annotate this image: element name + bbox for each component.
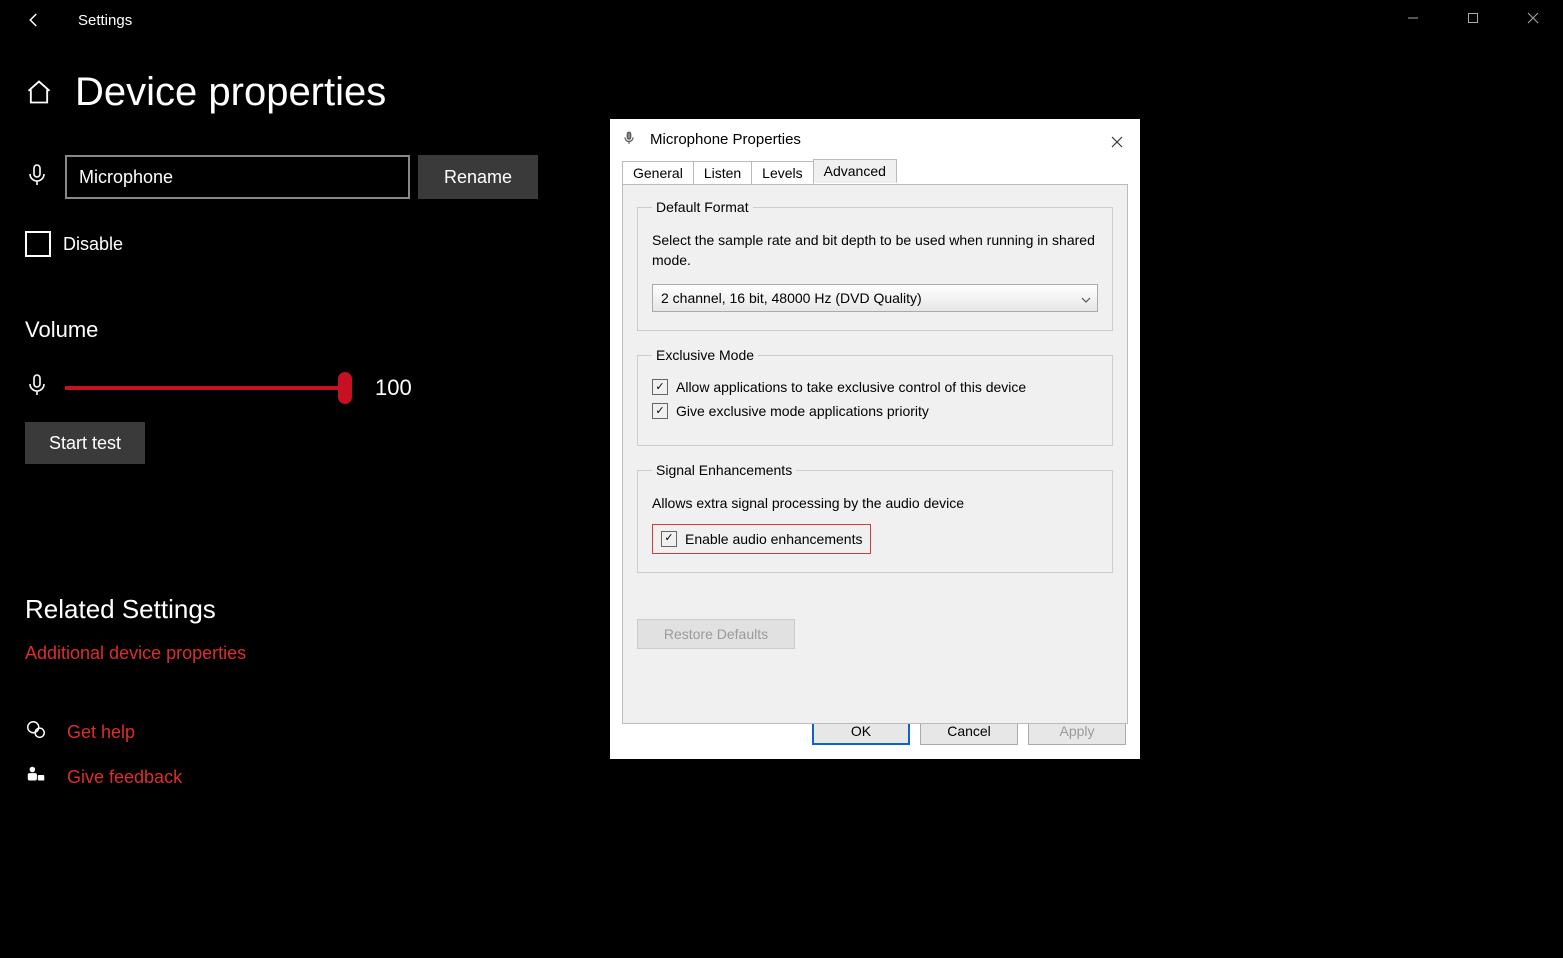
home-icon bbox=[25, 78, 55, 108]
window-controls bbox=[1383, 0, 1563, 35]
minimize-button[interactable] bbox=[1383, 0, 1443, 35]
enable-enhancements-row: ✓ Enable audio enhancements bbox=[652, 524, 871, 554]
dialog-tab-panel: Default Format Select the sample rate an… bbox=[622, 184, 1128, 724]
exclusive-mode-legend: Exclusive Mode bbox=[652, 347, 758, 363]
back-button[interactable] bbox=[20, 6, 48, 34]
exclusive-priority-label: Give exclusive mode applications priorit… bbox=[676, 403, 929, 419]
get-help-label: Get help bbox=[67, 722, 135, 743]
start-test-button[interactable]: Start test bbox=[25, 422, 145, 464]
device-name-input[interactable] bbox=[65, 155, 410, 199]
maximize-button[interactable] bbox=[1443, 0, 1503, 35]
close-button[interactable] bbox=[1503, 0, 1563, 35]
give-feedback-label: Give feedback bbox=[67, 767, 182, 788]
volume-value: 100 bbox=[375, 375, 412, 401]
signal-enhancements-legend: Signal Enhancements bbox=[652, 462, 796, 478]
tab-listen[interactable]: Listen bbox=[693, 161, 752, 185]
signal-enhancements-desc: Allows extra signal processing by the au… bbox=[652, 494, 1098, 514]
sample-rate-value: 2 channel, 16 bit, 48000 Hz (DVD Quality… bbox=[661, 290, 922, 306]
chevron-down-icon bbox=[1081, 290, 1091, 306]
exclusive-control-label: Allow applications to take exclusive con… bbox=[676, 379, 1026, 395]
help-icon bbox=[25, 719, 55, 746]
sample-rate-select[interactable]: 2 channel, 16 bit, 48000 Hz (DVD Quality… bbox=[652, 284, 1098, 312]
microphone-icon bbox=[25, 373, 55, 402]
microphone-icon bbox=[25, 163, 55, 192]
microphone-icon bbox=[622, 129, 640, 150]
feedback-icon bbox=[25, 764, 55, 791]
rename-button[interactable]: Rename bbox=[418, 155, 538, 199]
page-title: Device properties bbox=[75, 70, 386, 115]
microphone-properties-dialog: Microphone Properties General Listen Lev… bbox=[610, 119, 1140, 759]
exclusive-priority-checkbox[interactable]: ✓ bbox=[652, 403, 668, 419]
restore-defaults-button[interactable]: Restore Defaults bbox=[637, 619, 795, 649]
exclusive-mode-group: Exclusive Mode ✓ Allow applications to t… bbox=[637, 347, 1113, 446]
give-feedback-link[interactable]: Give feedback bbox=[25, 764, 1563, 791]
default-format-legend: Default Format bbox=[652, 199, 753, 215]
default-format-desc: Select the sample rate and bit depth to … bbox=[652, 231, 1098, 270]
volume-slider[interactable] bbox=[65, 386, 345, 390]
tab-advanced[interactable]: Advanced bbox=[813, 159, 897, 183]
disable-checkbox[interactable] bbox=[25, 231, 51, 257]
enable-enhancements-label: Enable audio enhancements bbox=[685, 531, 862, 547]
exclusive-control-checkbox[interactable]: ✓ bbox=[652, 379, 668, 395]
disable-label: Disable bbox=[63, 234, 123, 255]
volume-slider-thumb[interactable] bbox=[338, 372, 352, 404]
default-format-group: Default Format Select the sample rate an… bbox=[637, 199, 1113, 331]
tab-general[interactable]: General bbox=[622, 161, 694, 185]
dialog-tabs: General Listen Levels Advanced bbox=[610, 159, 1140, 184]
dialog-title-bar: Microphone Properties bbox=[610, 119, 1140, 159]
window-title: Settings bbox=[78, 12, 132, 29]
signal-enhancements-group: Signal Enhancements Allows extra signal … bbox=[637, 462, 1113, 573]
dialog-title: Microphone Properties bbox=[650, 131, 801, 148]
page-header: Device properties bbox=[0, 70, 1563, 115]
dialog-close-button[interactable] bbox=[1102, 127, 1132, 157]
tab-levels[interactable]: Levels bbox=[751, 161, 813, 185]
enable-enhancements-checkbox[interactable]: ✓ bbox=[661, 531, 677, 547]
title-bar: Settings bbox=[0, 0, 1563, 40]
